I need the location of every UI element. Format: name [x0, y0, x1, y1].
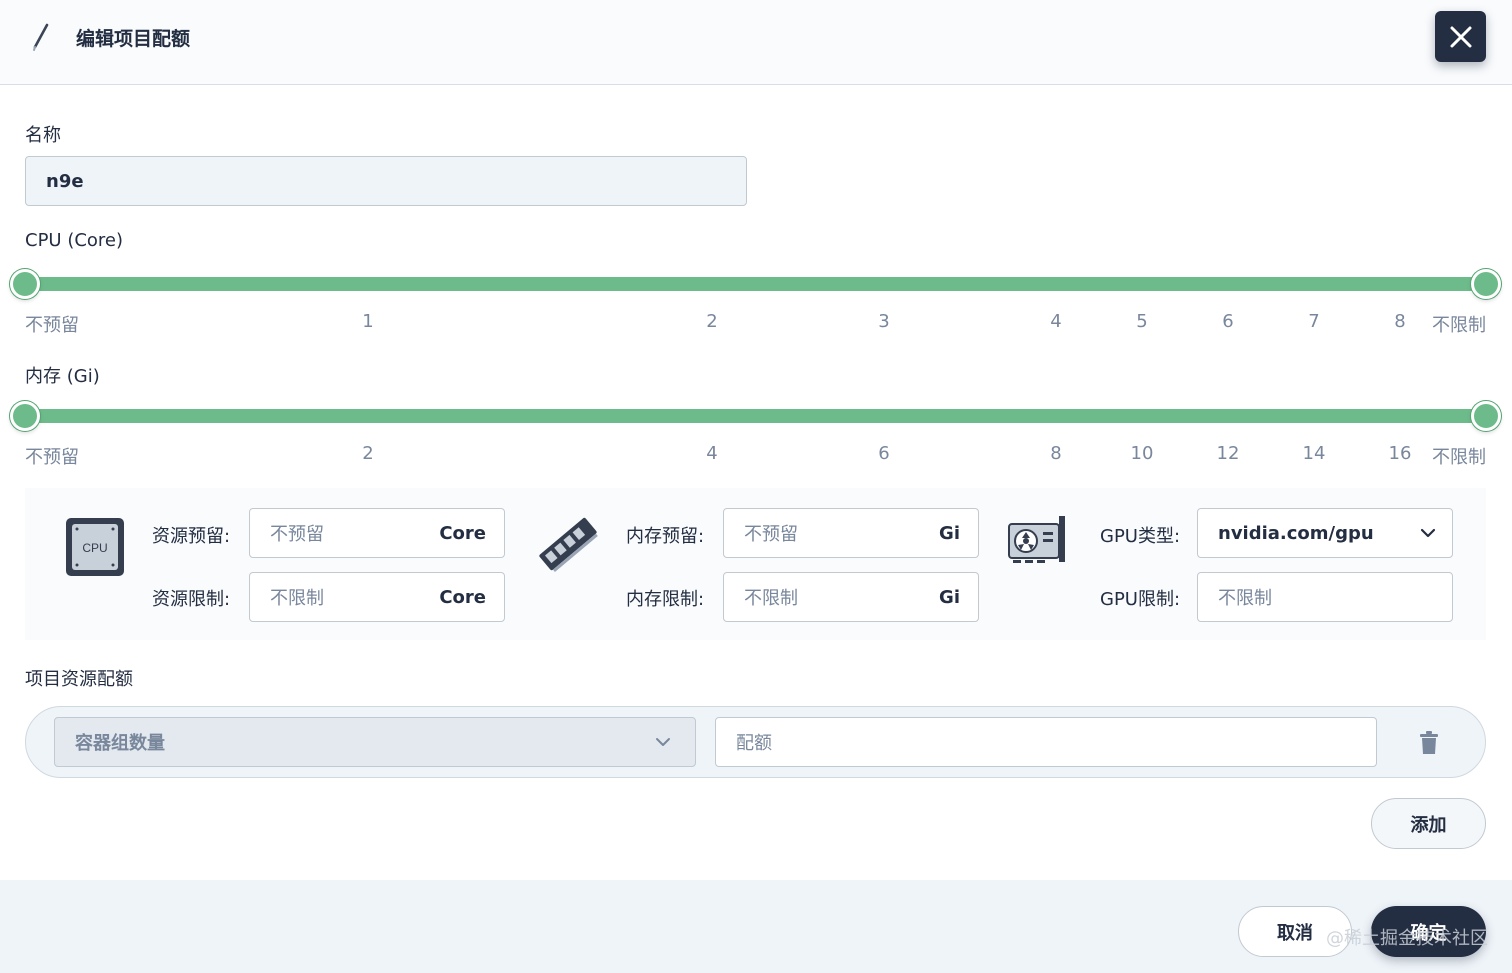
memory-tick: 16	[1388, 443, 1412, 464]
resource-panel: CPU 资源预留: 不预留 Core 资源限制: 不限制 Core 内存预留: …	[25, 488, 1486, 640]
memory-request-unit: Gi	[939, 522, 960, 544]
cpu-request-placeholder: 不预留	[270, 524, 324, 545]
memory-request-placeholder: 不预留	[744, 524, 798, 545]
quota-row: 容器组数量 配额	[25, 706, 1486, 778]
gpu-icon	[1008, 516, 1065, 563]
gpu-type-label: GPU类型:	[1100, 526, 1181, 547]
memory-icon	[539, 517, 598, 572]
memory-slider-max-handle[interactable]	[1471, 401, 1501, 431]
cpu-tick: 2	[706, 311, 718, 332]
memory-tick: 14	[1302, 443, 1326, 464]
dialog-header: 编辑项目配额	[0, 0, 1512, 85]
memory-tick: 2	[362, 443, 374, 464]
cpu-slider-min-handle[interactable]	[10, 269, 40, 299]
memory-tick: 不预留	[25, 447, 79, 468]
cpu-limit-unit: Core	[439, 586, 486, 608]
cancel-button[interactable]: 取消	[1238, 906, 1352, 957]
memory-request-input[interactable]: 不预留 Gi	[723, 508, 979, 558]
project-quota-label: 项目资源配额	[25, 669, 133, 690]
quota-value-input[interactable]: 配额	[715, 717, 1377, 767]
cpu-tick: 8	[1394, 311, 1406, 332]
chevron-down-icon	[656, 738, 670, 746]
cpu-limit-placeholder: 不限制	[270, 588, 324, 609]
cpu-request-label: 资源预留:	[152, 526, 231, 547]
gpu-limit-input[interactable]: 不限制	[1197, 572, 1453, 622]
memory-limit-label: 内存限制:	[626, 589, 705, 610]
quota-value-placeholder: 配额	[736, 733, 772, 754]
memory-limit-placeholder: 不限制	[744, 588, 798, 609]
cpu-icon: CPU	[66, 518, 124, 576]
memory-tick: 8	[1050, 443, 1062, 464]
memory-limit-input[interactable]: 不限制 Gi	[723, 572, 979, 622]
cpu-request-unit: Core	[439, 522, 486, 544]
memory-slider-min-handle[interactable]	[10, 401, 40, 431]
gpu-type-select[interactable]: nvidia.com/gpu	[1197, 508, 1453, 558]
memory-tick: 4	[706, 443, 718, 464]
pencil-icon	[33, 23, 49, 51]
add-quota-button[interactable]: 添加	[1371, 798, 1486, 849]
chevron-down-icon	[1420, 528, 1436, 538]
confirm-button[interactable]: 确定	[1371, 906, 1486, 957]
cpu-tick: 7	[1308, 311, 1320, 332]
cpu-slider-track[interactable]	[25, 277, 1486, 291]
cpu-request-input[interactable]: 不预留 Core	[249, 508, 505, 558]
gpu-limit-label: GPU限制:	[1100, 589, 1181, 610]
memory-tick: 12	[1216, 443, 1240, 464]
memory-request-label: 内存预留:	[626, 526, 705, 547]
cpu-slider-max-handle[interactable]	[1471, 269, 1501, 299]
cpu-tick: 不预留	[25, 315, 79, 336]
name-input[interactable]: n9e	[25, 156, 747, 206]
cpu-tick: 4	[1050, 311, 1062, 332]
cpu-limit-input[interactable]: 不限制 Core	[249, 572, 505, 622]
cpu-limit-label: 资源限制:	[152, 589, 231, 610]
close-icon	[1450, 26, 1471, 47]
quota-type-placeholder: 容器组数量	[75, 733, 165, 754]
memory-slider-track[interactable]	[25, 409, 1486, 423]
memory-slider-label: 内存 (Gi)	[25, 366, 100, 387]
cpu-icon-text: CPU	[82, 541, 107, 555]
gpu-type-value: nvidia.com/gpu	[1218, 522, 1374, 544]
cpu-tick: 不限制	[1432, 315, 1486, 336]
cpu-slider-label: CPU (Core)	[25, 230, 124, 251]
memory-tick: 10	[1130, 443, 1154, 464]
name-label: 名称	[25, 125, 61, 146]
cpu-tick: 3	[878, 311, 890, 332]
memory-tick: 不限制	[1432, 447, 1486, 468]
memory-limit-unit: Gi	[939, 586, 960, 608]
trash-icon[interactable]	[1419, 731, 1439, 755]
cpu-tick: 6	[1222, 311, 1234, 332]
cpu-tick: 5	[1136, 311, 1148, 332]
dialog-title: 编辑项目配额	[76, 28, 191, 50]
cpu-tick: 1	[362, 311, 374, 332]
close-button[interactable]	[1435, 11, 1486, 62]
memory-tick: 6	[878, 443, 890, 464]
quota-type-select[interactable]: 容器组数量	[54, 717, 696, 767]
gpu-limit-placeholder: 不限制	[1218, 588, 1272, 609]
